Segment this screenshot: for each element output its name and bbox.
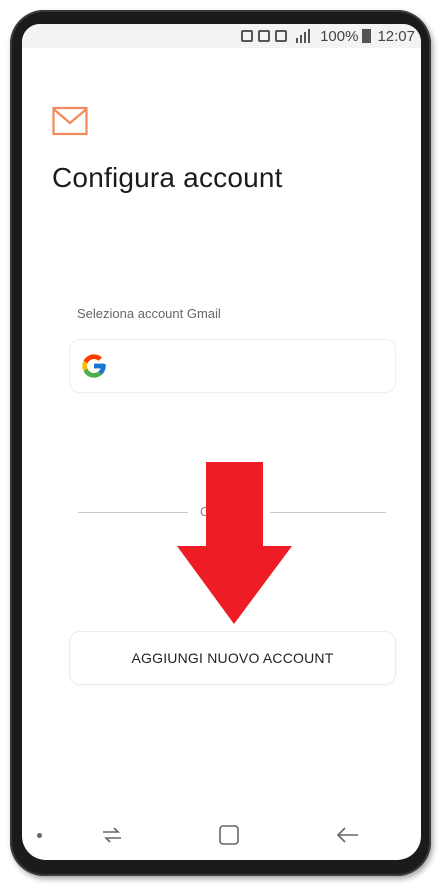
status-icons <box>241 29 314 43</box>
red-arrow-annotation <box>177 462 292 624</box>
mute-icon <box>258 30 271 42</box>
divider-left-line <box>78 512 188 513</box>
clock: 12:07 <box>377 27 415 45</box>
google-icon <box>82 354 106 378</box>
battery-icon <box>362 29 372 43</box>
gmail-account-field[interactable] <box>70 340 395 392</box>
notification-icon <box>241 30 254 42</box>
recent-apps-icon[interactable] <box>100 824 124 846</box>
add-new-account-button[interactable]: AGGIUNGI NUOVO ACCOUNT <box>70 632 395 684</box>
home-icon[interactable] <box>218 824 240 846</box>
page-title: Configura account <box>52 162 283 193</box>
navigation-bar <box>22 810 421 860</box>
gmail-select-label: Seleziona account Gmail <box>77 306 221 321</box>
mail-icon <box>52 106 88 136</box>
divider-text: O <box>200 504 211 519</box>
divider-right-line <box>270 512 386 513</box>
dot-icon <box>37 833 42 838</box>
screen: 100% 12:07 Configura account Seleziona a… <box>22 24 421 860</box>
status-bar: 100% 12:07 <box>22 24 421 48</box>
signal-icon <box>296 29 311 43</box>
battery-percentage: 100% <box>320 27 359 45</box>
alarm-icon <box>275 30 288 42</box>
back-icon[interactable] <box>334 824 360 846</box>
